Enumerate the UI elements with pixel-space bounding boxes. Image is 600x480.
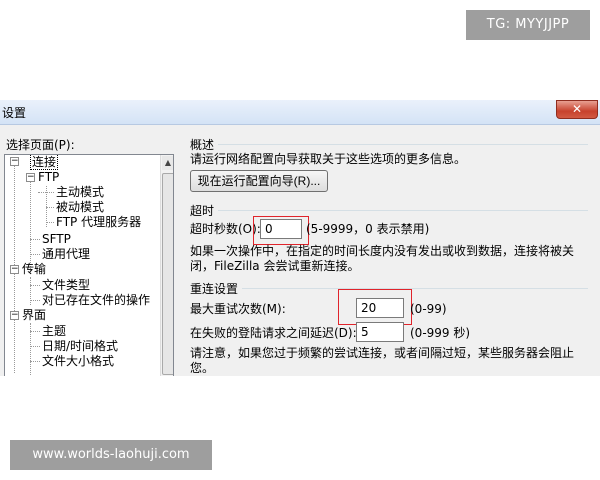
highlight-box [338, 289, 412, 325]
window-title: 设置 [2, 106, 27, 120]
timeout-heading: 超时 [190, 204, 215, 218]
collapse-icon[interactable]: − [26, 173, 35, 182]
retry-delay-label: 在失败的登陆请求之间延迟(D): [190, 326, 357, 340]
watermark-bottom: www.worlds-laohuji.com [10, 440, 212, 470]
settings-dialog: 设置 ✕ 选择页面(P): − − − − 连接 FTP 主动模式 被动模式 F… [0, 100, 600, 376]
connection-settings-panel: 概述 请运行网络配置向导获取关于这些选项的更多信息。 现在运行配置向导(R)..… [180, 130, 600, 376]
title-bar[interactable]: 设置 ✕ [0, 100, 600, 125]
collapse-icon[interactable]: − [10, 311, 19, 320]
tree-line [46, 222, 54, 223]
reconnect-note: 请注意，如果您过于频繁的尝试连接，或者间隔过短，某些服务器会阻止您。 [190, 346, 575, 375]
collapse-icon[interactable]: − [10, 157, 19, 166]
tree-item-active-mode[interactable]: 主动模式 [56, 185, 104, 200]
close-icon: ✕ [571, 102, 583, 116]
tree-item-themes[interactable]: 主题 [42, 324, 66, 339]
tree-item-ftp-proxy[interactable]: FTP 代理服务器 [56, 215, 141, 230]
tree-item-ftp[interactable]: FTP [38, 170, 59, 185]
max-retries-hint: (0-99) [410, 302, 447, 316]
close-button[interactable]: ✕ [556, 100, 598, 119]
section-divider [218, 210, 588, 211]
retry-delay-hint: (0-999 秒) [410, 326, 471, 340]
watermark-top: TG: MYYJJPP [466, 10, 590, 40]
tree-line [30, 300, 40, 301]
scroll-thumb[interactable] [162, 173, 173, 375]
tree-scrollbar[interactable]: ▲ [160, 155, 173, 376]
tree-item-filesize-format[interactable]: 文件大小格式 [42, 354, 114, 369]
retry-delay-input[interactable]: 5 [356, 322, 404, 342]
max-retries-label: 最大重试次数(M): [190, 302, 286, 316]
tree-item-file-types[interactable]: 文件类型 [42, 278, 90, 293]
collapse-icon[interactable]: − [10, 265, 19, 274]
timeout-hint: (5-9999，0 表示禁用) [306, 222, 430, 236]
tree-item-sftp[interactable]: SFTP [42, 232, 71, 247]
tree-item-datetime-format[interactable]: 日期/时间格式 [42, 339, 118, 354]
scroll-up-icon[interactable]: ▲ [162, 156, 173, 170]
tree-item-generic-proxy[interactable]: 通用代理 [42, 247, 90, 262]
run-wizard-button[interactable]: 现在运行配置向导(R)... [190, 170, 328, 192]
tree-line [30, 239, 40, 240]
overview-description: 请运行网络配置向导获取关于这些选项的更多信息。 [190, 152, 467, 166]
tree-line [30, 331, 40, 332]
tree-item-connection[interactable]: 连接 [30, 155, 59, 170]
section-divider [242, 288, 588, 289]
tree-line [30, 254, 40, 255]
tree-item-file-exists[interactable]: 对已存在文件的操作 [42, 293, 150, 308]
reconnect-heading: 重连设置 [190, 282, 239, 296]
tree-item-passive-mode[interactable]: 被动模式 [56, 200, 104, 215]
timeout-label: 超时秒数(O): [190, 222, 261, 236]
tree-item-interface[interactable]: 界面 [22, 308, 46, 323]
tree-line [30, 181, 31, 271]
tree-line [30, 361, 40, 362]
settings-tree[interactable]: − − − − 连接 FTP 主动模式 被动模式 FTP 代理服务器 SFTP … [4, 154, 174, 376]
timeout-description: 如果一次操作中，在指定的时间长度内没有发出或收到数据，连接将被关闭，FileZi… [190, 244, 575, 273]
select-page-label: 选择页面(P): [6, 138, 75, 152]
section-divider [218, 144, 588, 145]
highlight-box [253, 216, 309, 245]
tree-line [30, 346, 40, 347]
tree-item-transfers[interactable]: 传输 [22, 262, 46, 277]
tree-line [38, 192, 46, 193]
tree-line [30, 285, 40, 286]
tree-line [46, 192, 54, 193]
overview-heading: 概述 [190, 138, 215, 152]
tree-line [46, 207, 54, 208]
